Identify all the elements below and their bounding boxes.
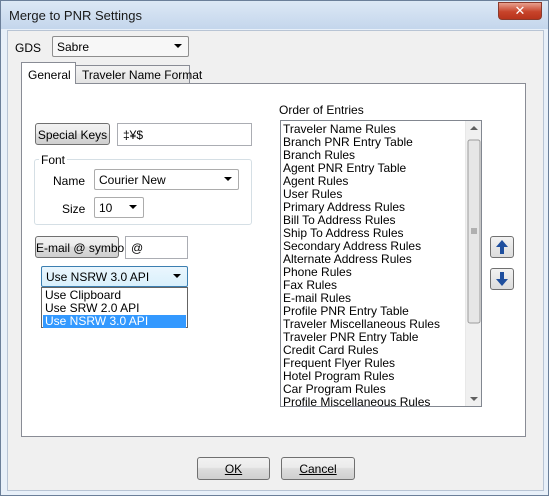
api-select[interactable]: Use NSRW 3.0 API xyxy=(41,266,188,287)
list-scrollbar[interactable] xyxy=(465,121,481,406)
order-of-entries-label: Order of Entries xyxy=(279,103,364,117)
scroll-up-icon[interactable] xyxy=(470,126,478,130)
chevron-down-icon xyxy=(129,205,137,209)
special-keys-button[interactable]: Special Keys xyxy=(35,123,110,145)
chevron-down-icon xyxy=(173,274,181,278)
font-name-value: Courier New xyxy=(99,173,166,187)
tab-traveler-name-format-label: Traveler Name Format xyxy=(82,68,203,82)
scrollbar-graphic xyxy=(467,126,481,401)
email-symbol-value: @ xyxy=(131,241,144,255)
cancel-button[interactable]: Cancel xyxy=(281,457,355,480)
title-bar[interactable]: Merge to PNR Settings ✕ xyxy=(1,1,548,29)
api-option-nsrw[interactable]: Use NSRW 3.0 API xyxy=(43,315,186,328)
font-name-label: Name xyxy=(53,174,86,188)
font-size-label: Size xyxy=(62,202,86,216)
tab-general-label: General xyxy=(28,68,71,82)
email-symbol-button[interactable]: E-mail @ symbol xyxy=(35,236,127,258)
chevron-down-icon xyxy=(224,177,232,181)
chevron-down-icon xyxy=(174,44,182,48)
close-button[interactable]: ✕ xyxy=(498,2,542,20)
email-symbol-button-label: E-mail @ symbol xyxy=(36,241,127,255)
close-icon: ✕ xyxy=(514,3,526,19)
scroll-down-icon[interactable] xyxy=(470,397,478,401)
list-item[interactable]: Profile Miscellaneous Rules xyxy=(283,396,430,407)
window-title: Merge to PNR Settings xyxy=(9,8,142,23)
ok-button-label: OK xyxy=(224,462,243,476)
order-of-entries-list[interactable]: Traveler Name Rules Branch PNR Entry Tabl… xyxy=(280,120,482,407)
cancel-button-label: Cancel xyxy=(299,462,337,476)
arrow-down-icon xyxy=(496,272,508,286)
font-size-value: 10 xyxy=(99,201,113,215)
tab-general[interactable]: General xyxy=(21,62,76,84)
special-keys-button-label: Special Keys xyxy=(37,128,108,142)
gds-label: GDS xyxy=(15,41,42,55)
api-select-value: Use NSRW 3.0 API xyxy=(46,270,150,284)
special-keys-value: ‡¥$ xyxy=(123,128,144,142)
move-up-button[interactable] xyxy=(490,236,514,258)
tab-traveler-name-format[interactable]: Traveler Name Format xyxy=(75,65,202,83)
email-symbol-field[interactable]: @ xyxy=(125,236,188,259)
font-name-select[interactable]: Courier New xyxy=(94,169,239,190)
special-keys-field[interactable]: ‡¥$ xyxy=(117,123,252,146)
dialog-window: Merge to PNR Settings ✕ GDS Sabre Genera… xyxy=(0,0,549,496)
font-group-label: Font xyxy=(39,153,68,167)
arrow-up-icon xyxy=(496,240,508,254)
gds-select-value: Sabre xyxy=(57,40,90,54)
move-down-button[interactable] xyxy=(490,268,514,290)
font-size-select[interactable]: 10 xyxy=(94,197,144,218)
dialog-client-area: GDS Sabre General Traveler Name Format S… xyxy=(7,30,544,491)
api-dropdown-list: Use Clipboard Use SRW 2.0 API Use NSRW 3… xyxy=(41,287,188,328)
gds-select[interactable]: Sabre xyxy=(52,36,189,57)
ok-button[interactable]: OK xyxy=(197,457,270,480)
